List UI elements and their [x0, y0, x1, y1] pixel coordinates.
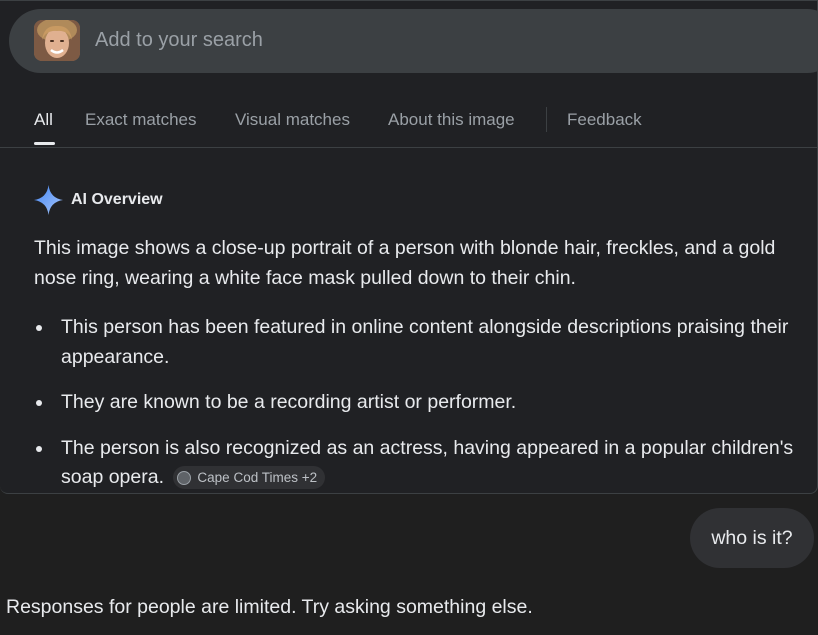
bullet-text: This person has been featured in online … [61, 316, 789, 368]
source-chip-label: Cape Cod Times +2 [197, 470, 318, 486]
tab-exact-matches[interactable]: Exact matches [85, 110, 197, 130]
list-item: They are known to be a recording artist … [34, 388, 814, 418]
tab-all[interactable]: All [34, 110, 53, 130]
active-tab-indicator [34, 142, 55, 145]
tab-about-this-image[interactable]: About this image [388, 110, 515, 130]
bullet-icon [36, 325, 42, 331]
globe-icon [177, 470, 192, 485]
results-tabs: All Exact matches Visual matches About t… [0, 97, 818, 148]
bullet-text: They are known to be a recording artist … [61, 391, 517, 413]
bullet-icon [36, 400, 42, 406]
search-image-thumbnail[interactable] [34, 20, 80, 61]
ai-overview-summary: This image shows a close-up portrait of … [34, 237, 776, 289]
ai-overview-title: AI Overview [71, 191, 163, 208]
bullet-icon [36, 445, 42, 452]
sparkle-icon [34, 185, 63, 215]
results-panel: Add to your search All Exact matches Vis… [0, 0, 818, 494]
assistant-response: Responses for people are limited. Try as… [6, 596, 533, 618]
portrait-thumbnail-icon [34, 20, 80, 61]
tab-feedback[interactable]: Feedback [567, 110, 642, 130]
user-message-bubble: who is it? [690, 508, 814, 568]
tab-divider [546, 107, 547, 132]
list-item: The person is also recognized as an actr… [34, 434, 814, 493]
user-message-text: who is it? [711, 526, 793, 549]
ai-overview-bullets: This person has been featured in online … [34, 313, 814, 509]
source-chip[interactable]: Cape Cod Times +2 [173, 466, 326, 490]
ai-overview-header: AI Overview [34, 185, 163, 215]
bullet-text: The person is also recognized as an actr… [61, 436, 794, 489]
list-item: This person has been featured in online … [34, 313, 814, 372]
search-bar[interactable]: Add to your search [9, 9, 818, 73]
search-input[interactable]: Add to your search [95, 29, 263, 52]
tab-visual-matches[interactable]: Visual matches [235, 110, 350, 130]
